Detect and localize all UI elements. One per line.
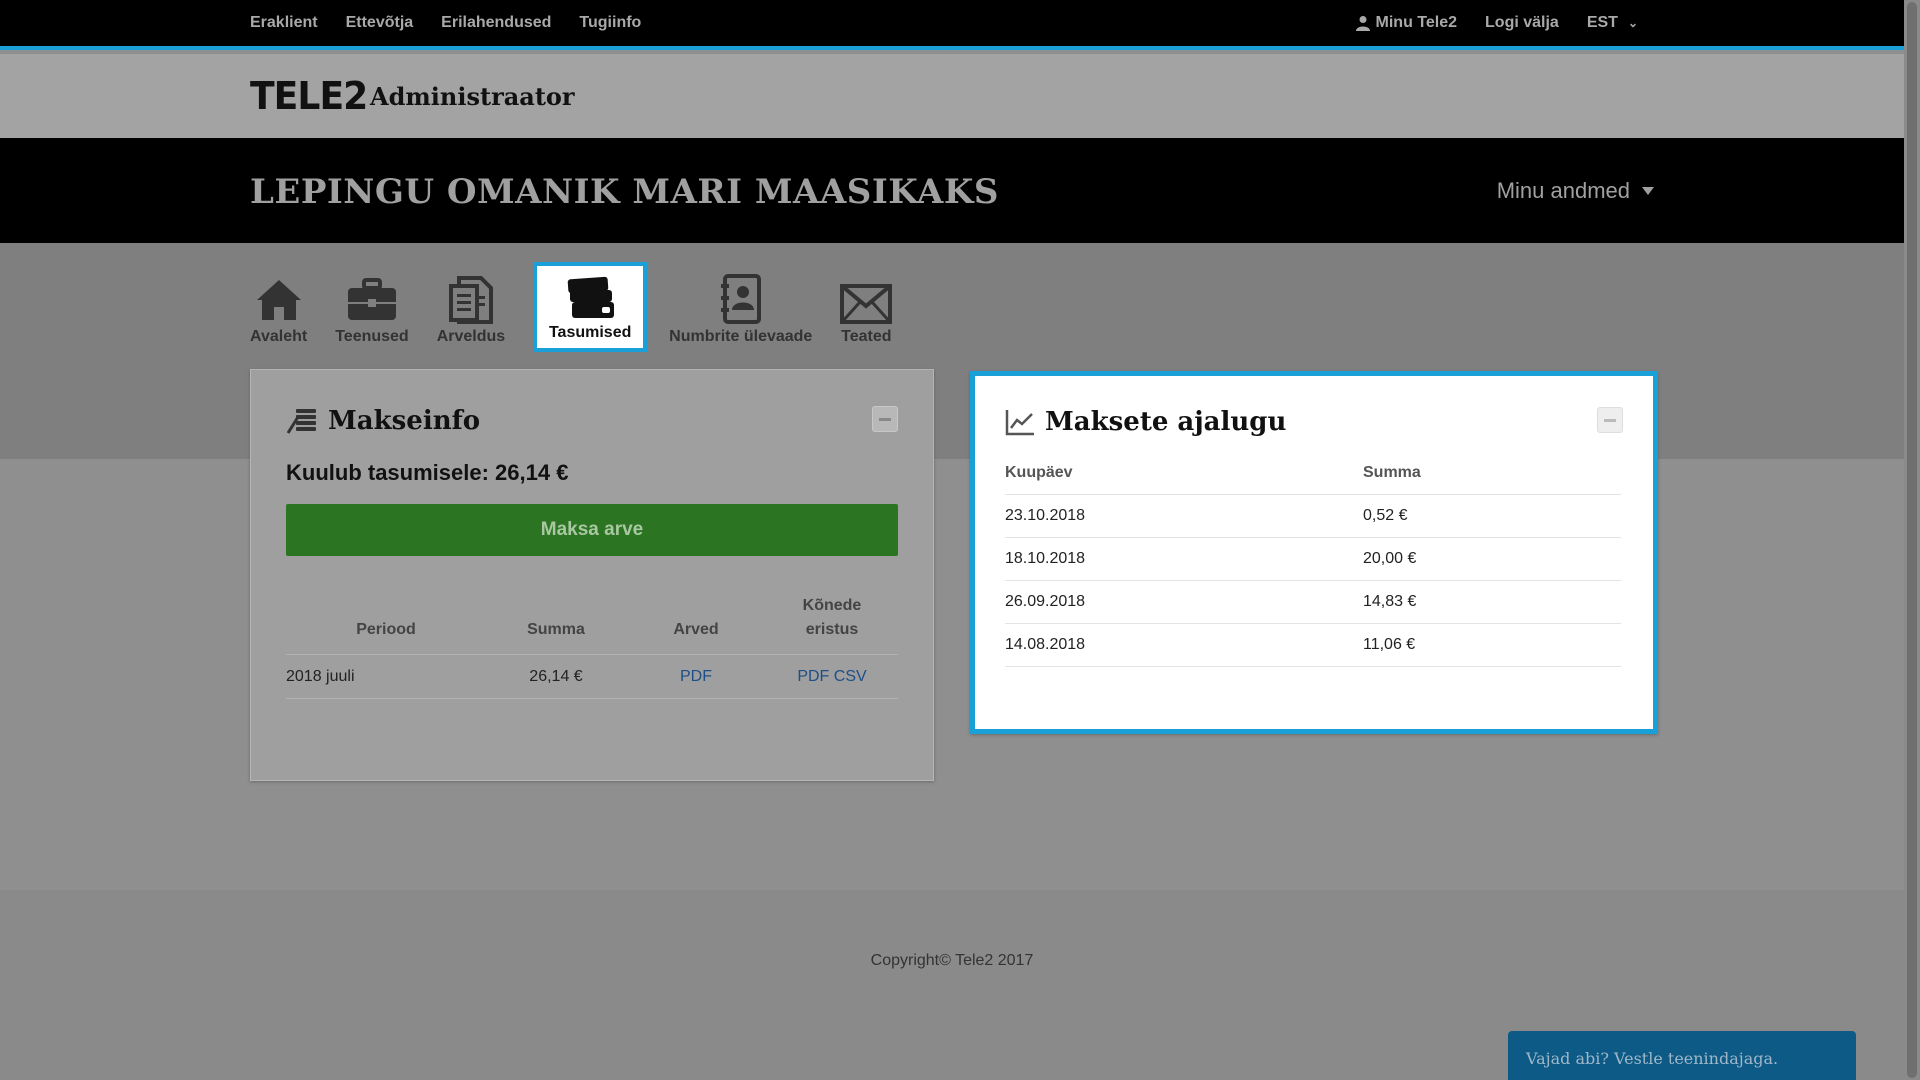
nav-label-numbrite-ulevaade: Numbrite ülevaade: [669, 328, 813, 345]
nav-item-avaleht[interactable]: Avaleht: [250, 262, 307, 352]
nav-label-tasumised: Tasumised: [548, 324, 632, 341]
language-value: EST: [1586, 14, 1618, 31]
amount-due: Kuulub tasumisele: 26,14 €: [286, 460, 569, 485]
payment-date: 14.08.2018: [1005, 623, 1363, 667]
briefcase-icon: [347, 278, 396, 320]
account-banner: LEPINGU OMANIK MARI MAASIKAKS Minu andme…: [0, 138, 1904, 243]
table-row: 14.08.2018 11,06 €: [1005, 623, 1621, 667]
table-row: 18.10.2018 20,00 €: [1005, 537, 1621, 581]
row-call-details-cell: PDF CSV: [766, 654, 898, 699]
cards-icon: [567, 276, 615, 318]
column-header-konede-eristus: Kõnede eristus: [766, 594, 898, 655]
logout-link[interactable]: Logi välja: [1485, 14, 1559, 32]
minu-tele2-link[interactable]: Minu Tele2: [1355, 14, 1458, 32]
page-scrollbar[interactable]: [1904, 0, 1920, 1080]
role-label: Administraator: [370, 82, 575, 111]
coins-icon: [286, 409, 316, 434]
payment-history-minimize-button[interactable]: [1597, 407, 1623, 433]
invoice-icon: [448, 276, 493, 324]
envelope-icon: [840, 284, 893, 324]
chevron-down-icon: ⌄: [1627, 16, 1638, 30]
invoice-table: Periood Summa Arved Kõnede eristus 2018 …: [286, 594, 898, 699]
payment-sum: 0,52 €: [1363, 494, 1621, 538]
top-nav-right: Minu Tele2 Logi välja EST ⌄: [1355, 0, 1638, 46]
minu-andmed-dropdown[interactable]: Minu andmed: [1497, 178, 1654, 204]
payment-history-table: Kuupäev Summa 23.10.2018 0,52 € 18.10.20…: [1005, 464, 1621, 667]
nav-item-teenused[interactable]: Teenused: [335, 262, 409, 352]
makseinfo-card: Makseinfo Kuulub tasumisele: 26,14 € Mak…: [250, 369, 934, 781]
payment-date: 26.09.2018: [1005, 580, 1363, 624]
nav-link-ettevotja[interactable]: Ettevõtja: [346, 14, 414, 32]
makseinfo-minimize-button[interactable]: [872, 406, 898, 432]
payment-date: 23.10.2018: [1005, 494, 1363, 538]
column-header-kuupaev: Kuupäev: [1005, 464, 1363, 495]
table-row: 23.10.2018 0,52 €: [1005, 494, 1621, 538]
page-title: LEPINGU OMANIK MARI MAASIKAKS: [250, 172, 999, 212]
user-icon: [1355, 16, 1370, 31]
brand-row: TELE2 Administraator: [0, 54, 1904, 138]
nav-item-numbrite-ulevaade[interactable]: Numbrite ülevaade: [669, 262, 812, 352]
minu-andmed-label: Minu andmed: [1496, 178, 1630, 203]
payment-history-card: Maksete ajalugu Kuupäev Summa 23.10.2018…: [970, 371, 1658, 734]
payment-sum: 20,00 €: [1363, 537, 1621, 581]
column-header-arved: Arved: [626, 594, 766, 655]
line-chart-icon: [1005, 410, 1034, 436]
chat-widget-button[interactable]: Vajad abi? Vestle teenindajaga.: [1508, 1031, 1856, 1080]
table-row: 26.09.2018 14,83 €: [1005, 580, 1621, 624]
call-details-pdf-link[interactable]: PDF: [797, 668, 829, 685]
home-icon: [256, 280, 301, 320]
scrollbar-thumb[interactable]: [1907, 2, 1917, 1078]
top-navigation: Eraklient Ettevõtja Erilahendused Tugiin…: [0, 0, 1904, 50]
payment-history-header: Maksete ajalugu: [1005, 407, 1286, 437]
row-period: 2018 juuli: [286, 654, 486, 699]
invoice-pdf-link[interactable]: PDF: [680, 668, 712, 685]
nav-item-teated[interactable]: Teated: [840, 262, 893, 352]
column-header-summa: Summa: [486, 594, 626, 655]
row-sum: 26,14 €: [486, 654, 626, 699]
caret-down-icon: [1642, 187, 1654, 195]
nav-label-teated: Teated: [841, 328, 892, 345]
makseinfo-title: Makseinfo: [328, 406, 481, 436]
top-nav-left: Eraklient Ettevõtja Erilahendused Tugiin…: [250, 0, 641, 46]
nav-link-erilahendused[interactable]: Erilahendused: [441, 14, 551, 32]
payment-sum: 11,06 €: [1363, 623, 1621, 667]
language-select[interactable]: EST ⌄: [1587, 14, 1638, 32]
row-invoice-cell: PDF: [626, 654, 766, 699]
nav-item-arveldus[interactable]: Arveldus: [437, 262, 505, 352]
nav-link-eraklient[interactable]: Eraklient: [250, 14, 318, 32]
payment-history-title: Maksete ajalugu: [1045, 407, 1287, 437]
nav-label-avaleht: Avaleht: [250, 328, 308, 345]
invoice-table-header: Periood Summa Arved Kõnede eristus: [286, 594, 898, 655]
section-navigation: Avaleht Teenused Arveldus Tasumised Numb…: [250, 262, 920, 352]
nav-item-tasumised[interactable]: Tasumised: [533, 262, 648, 352]
payment-history-table-header: Kuupäev Summa: [1005, 464, 1621, 495]
minu-tele2-label: Minu Tele2: [1375, 14, 1458, 31]
column-header-konede-eristus-label: Kõnede eristus: [802, 597, 862, 638]
makseinfo-header: Makseinfo: [286, 406, 480, 436]
nav-label-arveldus: Arveldus: [436, 328, 506, 345]
nav-label-teenused: Teenused: [335, 328, 409, 345]
copyright-text: Copyright© Tele2 2017: [870, 952, 1034, 969]
column-header-periood: Periood: [286, 594, 486, 655]
contacts-icon: [720, 274, 761, 324]
call-details-csv-link[interactable]: CSV: [834, 668, 867, 685]
payment-sum: 14,83 €: [1363, 580, 1621, 624]
tele2-logo[interactable]: TELE2: [250, 74, 368, 118]
column-header-summa: Summa: [1363, 464, 1621, 495]
pay-invoice-button[interactable]: Maksa arve: [286, 504, 898, 556]
payment-date: 18.10.2018: [1005, 537, 1363, 581]
nav-link-tugiinfo[interactable]: Tugiinfo: [579, 14, 641, 32]
table-row: 2018 juuli 26,14 € PDF PDF CSV: [286, 654, 898, 699]
